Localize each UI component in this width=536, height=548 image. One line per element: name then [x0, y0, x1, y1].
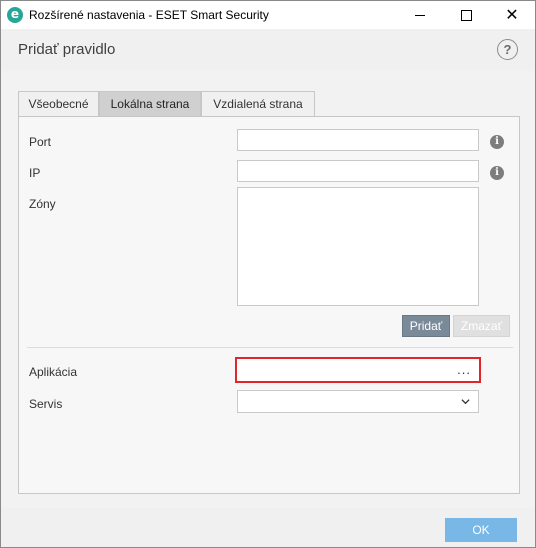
browse-button[interactable]: ...: [457, 362, 471, 377]
dialog-window: e Rozšírené nastavenia - ESET Smart Secu…: [0, 0, 536, 548]
service-label: Servis: [29, 397, 63, 411]
zones-list[interactable]: [237, 187, 479, 306]
application-label: Aplikácia: [29, 365, 78, 379]
close-button[interactable]: ✕: [489, 1, 535, 29]
port-info-icon[interactable]: i: [490, 135, 504, 149]
application-input[interactable]: ...: [235, 357, 481, 383]
help-icon[interactable]: ?: [497, 39, 518, 60]
ip-info-icon[interactable]: i: [490, 166, 504, 180]
chevron-down-icon: [461, 399, 470, 405]
tab-general[interactable]: Všeobecné: [18, 91, 99, 116]
close-icon: ✕: [505, 5, 519, 24]
eset-logo-icon: e: [7, 7, 23, 23]
section-divider: [27, 347, 513, 348]
ok-button[interactable]: OK: [445, 518, 517, 542]
port-label: Port: [29, 135, 52, 149]
service-select[interactable]: [237, 390, 479, 413]
dialog-footer: OK: [1, 508, 535, 547]
tab-remote-side[interactable]: Vzdialená strana: [201, 91, 315, 116]
ip-label: IP: [29, 166, 41, 180]
ip-input[interactable]: [237, 160, 479, 182]
window-title: Rozšírené nastavenia - ESET Smart Securi…: [29, 8, 269, 22]
port-input[interactable]: [237, 129, 479, 151]
maximize-button[interactable]: [443, 1, 489, 29]
minimize-button[interactable]: [397, 1, 443, 29]
page-title: Pridať pravidlo: [18, 41, 116, 58]
maximize-icon: [460, 9, 472, 21]
tab-local-side[interactable]: Lokálna strana: [99, 91, 201, 116]
dialog-header: Pridať pravidlo ?: [1, 29, 535, 71]
remove-zone-button[interactable]: Zmazať: [453, 315, 510, 337]
title-bar: e Rozšírené nastavenia - ESET Smart Secu…: [1, 1, 535, 29]
tab-panel: Port i IP i Zóny Pridať Zmazať Aplikácia…: [18, 116, 520, 494]
zones-label: Zóny: [29, 197, 56, 211]
minimize-icon: [415, 14, 425, 16]
add-zone-button[interactable]: Pridať: [402, 315, 450, 337]
